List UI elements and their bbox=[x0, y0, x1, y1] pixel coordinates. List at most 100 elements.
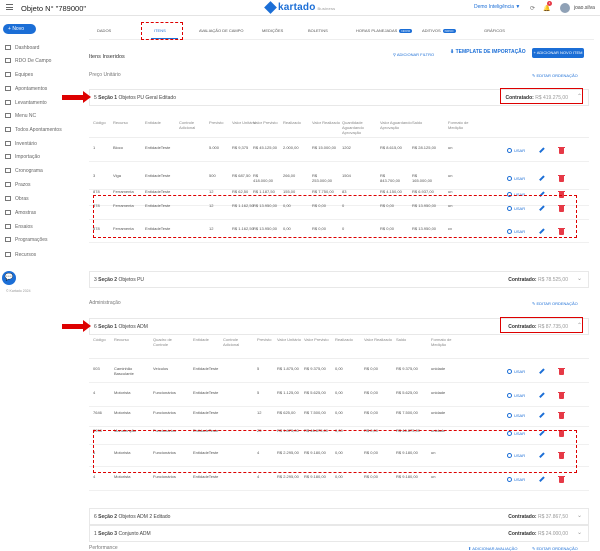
edit-pencil-icon[interactable] bbox=[539, 476, 545, 482]
table-cell: R$ 28.125,00 bbox=[412, 145, 437, 150]
column-header: Saldo bbox=[396, 337, 407, 342]
use-button[interactable]: USAR bbox=[507, 369, 525, 374]
sidebar-item-6[interactable]: Todos Apontamentos bbox=[5, 127, 75, 137]
edit-pencil-icon[interactable] bbox=[539, 175, 545, 181]
tab-new-badge: NOVO bbox=[399, 29, 413, 33]
column-header: Saldo bbox=[412, 120, 423, 125]
use-button[interactable]: USAR bbox=[507, 148, 525, 153]
edit-order-button[interactable]: ✎ EDITAR ORDENAÇÃO bbox=[532, 546, 578, 551]
table-cell: R$ 5.625,00 bbox=[304, 390, 326, 395]
refresh-icon[interactable]: ⟳ bbox=[530, 5, 535, 12]
sidebar-item-icon bbox=[5, 252, 11, 257]
annotation-arrow bbox=[62, 320, 91, 332]
edit-pencil-icon[interactable] bbox=[539, 147, 545, 153]
table-cell: R$ 7.500,00 bbox=[304, 410, 326, 415]
column-header: Controle Adicional bbox=[179, 120, 196, 130]
sidebar-item-5[interactable]: Menu NC bbox=[5, 113, 75, 123]
use-button[interactable]: USAR bbox=[507, 413, 525, 418]
chevron-down-icon[interactable]: ⌄ bbox=[577, 512, 582, 519]
sidebar-item-14[interactable]: Programações bbox=[5, 237, 75, 247]
edit-order-button[interactable]: ✎ EDITAR ORDENAÇÃO bbox=[532, 73, 578, 78]
edit-pencil-icon[interactable] bbox=[539, 392, 545, 398]
tab-4[interactable]: Boletins bbox=[308, 28, 328, 33]
sidebar-item-icon bbox=[5, 141, 11, 146]
use-button[interactable]: USAR bbox=[507, 393, 525, 398]
sidebar-item-15[interactable]: Recursos bbox=[5, 252, 75, 262]
tab-7[interactable]: Gráficos bbox=[484, 28, 505, 33]
use-button[interactable]: USAR bbox=[507, 176, 525, 181]
table-cell: R$ 0,00 bbox=[364, 390, 379, 395]
add-new-item-button[interactable]: + ADICIONAR NOVO ITEM bbox=[532, 48, 584, 58]
table-cell: EntidadeTeste bbox=[145, 189, 171, 194]
sidebar-item-icon bbox=[5, 58, 11, 63]
section-label: 1 Seção 3 Conjunto ADM bbox=[94, 531, 151, 537]
table-cell: 2.000,00 bbox=[283, 145, 299, 150]
delete-trash-icon[interactable] bbox=[558, 392, 565, 399]
table-cell: Motorista bbox=[114, 474, 131, 479]
sidebar-item-9[interactable]: Cronograma bbox=[5, 168, 75, 178]
edit-pencil-icon[interactable] bbox=[539, 412, 545, 418]
bell-icon[interactable]: 🔔 bbox=[543, 5, 550, 12]
sidebar-item-1[interactable]: RDO De Campo bbox=[5, 58, 75, 68]
delete-trash-icon[interactable] bbox=[558, 412, 565, 419]
edit-pencil-icon[interactable] bbox=[539, 368, 545, 374]
workspace-selector[interactable]: Demo Inteligência ▼ bbox=[474, 4, 520, 10]
contracted-value: Contratado: R$ 37.867,50 bbox=[508, 514, 568, 520]
logo-text: kartado bbox=[278, 2, 316, 13]
section-header-s5[interactable]: 1 Seção 3 Conjunto ADM Contratado: R$ 24… bbox=[89, 525, 589, 542]
tab-label: Dados bbox=[97, 28, 112, 33]
section-header-s2[interactable]: 3 Seção 2 Objetos PU Contratado: R$ 78.5… bbox=[89, 271, 589, 288]
logo: kartado Business bbox=[264, 0, 335, 14]
menu-icon[interactable] bbox=[6, 4, 13, 10]
sidebar-item-label: Menu NC bbox=[15, 113, 37, 119]
sidebar-item-4[interactable]: Levantamento bbox=[5, 100, 75, 110]
use-button-label: USAR bbox=[514, 176, 526, 181]
top-bar: Objeto N° "789000" kartado Business Demo … bbox=[0, 0, 600, 16]
sidebar-item-2[interactable]: Equipes bbox=[5, 72, 75, 82]
table-cell: EntidadeTeste bbox=[193, 390, 219, 395]
sidebar-item-13[interactable]: Ensaios bbox=[5, 224, 75, 234]
chevron-down-icon[interactable]: ⌄ bbox=[577, 529, 582, 536]
add-evaluation-button[interactable]: ⬆ ADICIONAR AVALIAÇÃO bbox=[468, 546, 517, 551]
chat-fab-button[interactable]: 💬 bbox=[2, 271, 16, 285]
sidebar-item-11[interactable]: Obras bbox=[5, 196, 75, 206]
table-cell: R$ 843.700,00 bbox=[380, 173, 401, 183]
tab-3[interactable]: Medições bbox=[262, 28, 283, 33]
column-header: Entidade bbox=[145, 120, 161, 125]
table-row: 4 Motorista Funcionários EntidadeTeste 5 R$ 1… bbox=[89, 385, 589, 407]
table-cell: R$ 9.180,00 bbox=[396, 474, 418, 479]
tab-2[interactable]: Avaliação de Campo bbox=[199, 28, 244, 33]
section-number: Seção 2 bbox=[98, 514, 118, 520]
column-header: Valor Realizado bbox=[312, 120, 340, 125]
sidebar-item-12[interactable]: Amostras bbox=[5, 210, 75, 220]
chevron-down-icon[interactable]: ⌄ bbox=[577, 275, 582, 282]
tab-0[interactable]: Dados bbox=[97, 28, 111, 33]
delete-trash-icon[interactable] bbox=[558, 476, 565, 483]
use-button[interactable]: USAR bbox=[507, 477, 525, 482]
add-filter-button[interactable]: ⚲ ADICIONAR FILTRO bbox=[393, 52, 434, 57]
table-cell: R$ 418.000,00 bbox=[253, 173, 274, 183]
edit-order-button[interactable]: ✎ EDITAR ORDENAÇÃO bbox=[532, 301, 578, 306]
sidebar-item-0[interactable]: Dashboard bbox=[5, 45, 75, 55]
delete-trash-icon[interactable] bbox=[558, 368, 565, 375]
section-number: Seção 1 bbox=[98, 95, 118, 101]
section-count: 3 bbox=[94, 277, 97, 283]
tab-5[interactable]: Horas Planejadas NOVO bbox=[356, 28, 413, 33]
sidebar-item-7[interactable]: Inventário bbox=[5, 141, 75, 151]
import-template-button[interactable]: ⬇ TEMPLATE DE IMPORTAÇÃO bbox=[450, 49, 526, 55]
new-button[interactable]: + Novo bbox=[3, 24, 36, 34]
avatar[interactable] bbox=[560, 3, 570, 13]
contracted-value: Contratado: R$ 24.000,00 bbox=[508, 531, 568, 537]
table-cell: Motorista bbox=[114, 410, 131, 415]
sidebar-item-10[interactable]: Prazos bbox=[5, 182, 75, 192]
table-cell: R$ 45.125,00 bbox=[253, 145, 278, 150]
section-header-s4[interactable]: 6 Seção 2 Objetos ADM 2 Editado Contrata… bbox=[89, 508, 589, 525]
contracted-label: Contratado: bbox=[508, 531, 537, 537]
tab-6[interactable]: Aditivos NOVO bbox=[422, 28, 456, 33]
sidebar-item-icon bbox=[5, 224, 11, 229]
delete-trash-icon[interactable] bbox=[558, 175, 565, 182]
sidebar-item-8[interactable]: Importação bbox=[5, 154, 75, 164]
delete-trash-icon[interactable] bbox=[558, 147, 565, 154]
column-header: Formato de Medição bbox=[431, 337, 452, 347]
column-header: Recurso bbox=[114, 337, 129, 342]
